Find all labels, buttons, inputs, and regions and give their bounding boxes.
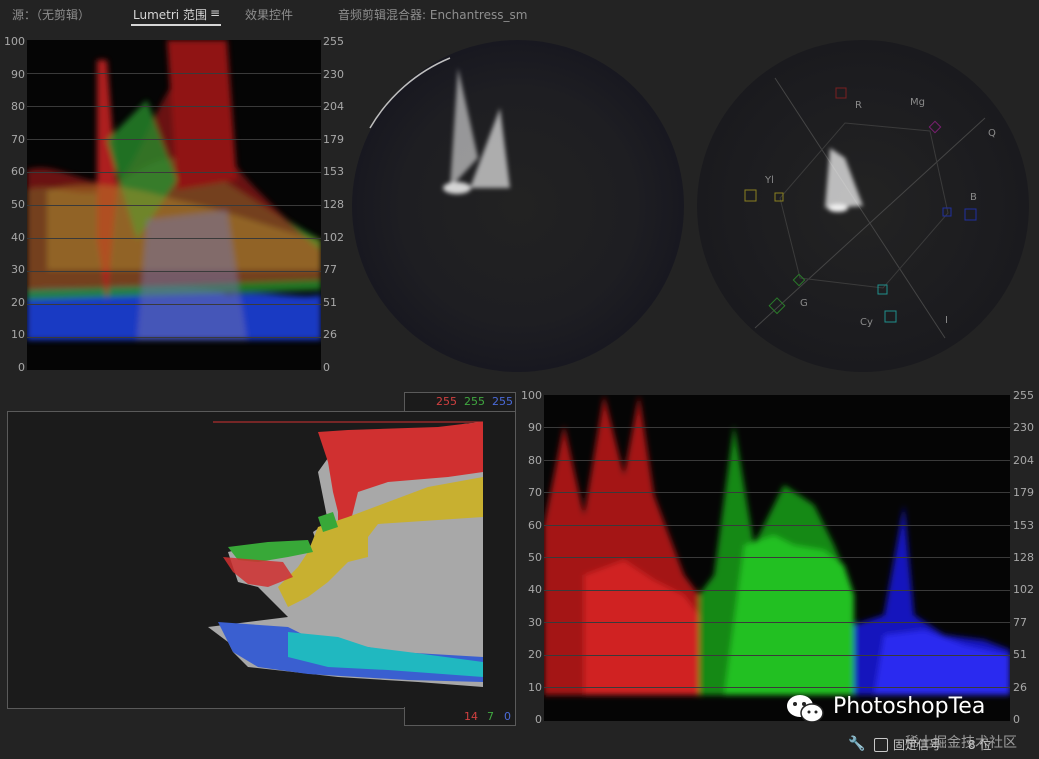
rgb-parade-trace [544, 395, 1010, 695]
rgb-parade-canvas [544, 395, 1010, 721]
waveform-left-tick: 20 [11, 295, 25, 309]
vector-target-yl-label: Yl [764, 175, 774, 186]
tab-effect-controls[interactable]: 效果控件 [245, 6, 293, 23]
waveform-right-tick: 153 [323, 165, 344, 179]
waveform-right-tick: 179 [323, 132, 344, 146]
clamp-signal-checkbox[interactable] [874, 738, 888, 752]
parade-right-tick: 230 [1013, 421, 1034, 435]
parade-right-tick: 204 [1013, 453, 1034, 467]
parade-left-tick: 70 [528, 486, 542, 500]
waveform-right-tick: 51 [323, 295, 337, 309]
histogram-bottom-values: 14 7 0 [404, 707, 516, 726]
parade-right-tick: 153 [1013, 518, 1034, 532]
waveform-left-tick: 50 [11, 198, 25, 211]
waveform-left-tick: 90 [11, 67, 25, 81]
vector-target-b-label: B [970, 192, 977, 203]
parade-left-tick: 100 [521, 389, 542, 402]
tab-lumetri-scopes[interactable]: Lumetri 范围 [133, 6, 207, 23]
parade-right-tick: 102 [1013, 583, 1034, 597]
parade-left-tick: 50 [528, 551, 542, 564]
vector-target-r-label: R [855, 100, 862, 111]
parade-right-tick: 255 [1013, 389, 1034, 402]
parade-right-tick: 128 [1013, 551, 1034, 564]
bit-depth-dropdown[interactable]: 8 位 [968, 736, 991, 753]
active-tab-indicator [131, 24, 221, 26]
waveform-right-tick: 26 [323, 328, 337, 342]
waveform-left-tick: 0 [18, 361, 25, 374]
waveform-left-tick: 10 [11, 328, 25, 342]
waveform-right-tick: 230 [323, 67, 344, 81]
waveform-left-tick: 80 [11, 100, 25, 114]
vector-target-mg-label: Mg [910, 97, 925, 108]
tab-bar: 源：（无剪辑） Lumetri 范围 ≡ 效果控件 音频剪辑混合器: Encha… [0, 0, 1039, 30]
histogram-bottom-red: 14 [464, 710, 478, 723]
vector-axis-q-label: Q [988, 128, 996, 139]
wechat-icon [787, 695, 824, 723]
panel-menu-icon[interactable]: ≡ [210, 6, 220, 20]
watermark-text: PhotoshopTea [833, 694, 986, 719]
parade-left-tick: 90 [528, 421, 542, 435]
parade-right-tick: 179 [1013, 486, 1034, 500]
vectorscope-yuv-canvas: R Mg B Cy G Yl Q I [697, 40, 1029, 372]
vectorscope-yuv: R Mg B Cy G Yl Q I [695, 38, 1031, 374]
tab-audio-clip-mixer[interactable]: 音频剪辑混合器: Enchantress_sm [338, 6, 527, 23]
clamp-signal-label: 固定信号 [893, 738, 942, 752]
vector-target-cy-label: Cy [860, 317, 873, 328]
parade-right-tick: 26 [1013, 680, 1027, 694]
waveform-right-tick: 102 [323, 230, 344, 244]
histogram-bars [208, 421, 491, 707]
waveform-right-tick: 77 [323, 263, 337, 277]
parade-left-tick: 20 [528, 648, 542, 662]
parade-left-tick: 80 [528, 453, 542, 467]
histogram-top-red: 255 [436, 395, 457, 408]
waveform-left-tick: 100 [4, 35, 25, 48]
wrench-icon[interactable]: 🔧 [848, 736, 865, 752]
histogram-top-blue: 255 [492, 395, 513, 408]
parade-right-tick: 51 [1013, 648, 1027, 662]
vectorscope-hls-canvas [352, 40, 684, 372]
waveform-left-tick: 60 [11, 165, 25, 179]
waveform-left-tick: 70 [11, 132, 25, 146]
waveform-right-tick: 204 [323, 100, 344, 114]
parade-left-tick: 40 [528, 583, 542, 597]
waveform-left-tick: 40 [11, 230, 25, 244]
parade-right-tick: 77 [1013, 615, 1027, 629]
waveform-left-tick: 30 [11, 263, 25, 277]
parade-left-tick: 0 [535, 713, 542, 726]
waveform-right-tick: 0 [323, 361, 330, 374]
parade-right-tick: 0 [1013, 713, 1020, 726]
vectorscope-hls [350, 38, 686, 374]
parade-left-tick: 10 [528, 680, 542, 694]
parade-left-tick: 30 [528, 615, 542, 629]
tab-source[interactable]: 源：（无剪辑） [12, 6, 90, 23]
histogram-bottom-green: 7 [487, 710, 494, 723]
vector-target-g-label: G [800, 298, 808, 309]
waveform-right-tick: 128 [323, 198, 344, 211]
waveform-right-tick: 255 [323, 35, 344, 48]
histogram-top-values: 255 255 255 [404, 392, 516, 411]
vector-axis-i-label: I [945, 315, 948, 326]
histogram-canvas [7, 411, 516, 709]
parade-left-tick: 60 [528, 518, 542, 532]
waveform-rgb-canvas [27, 40, 321, 370]
histogram-bottom-blue: 0 [504, 710, 511, 723]
histogram-top-green: 255 [464, 395, 485, 408]
